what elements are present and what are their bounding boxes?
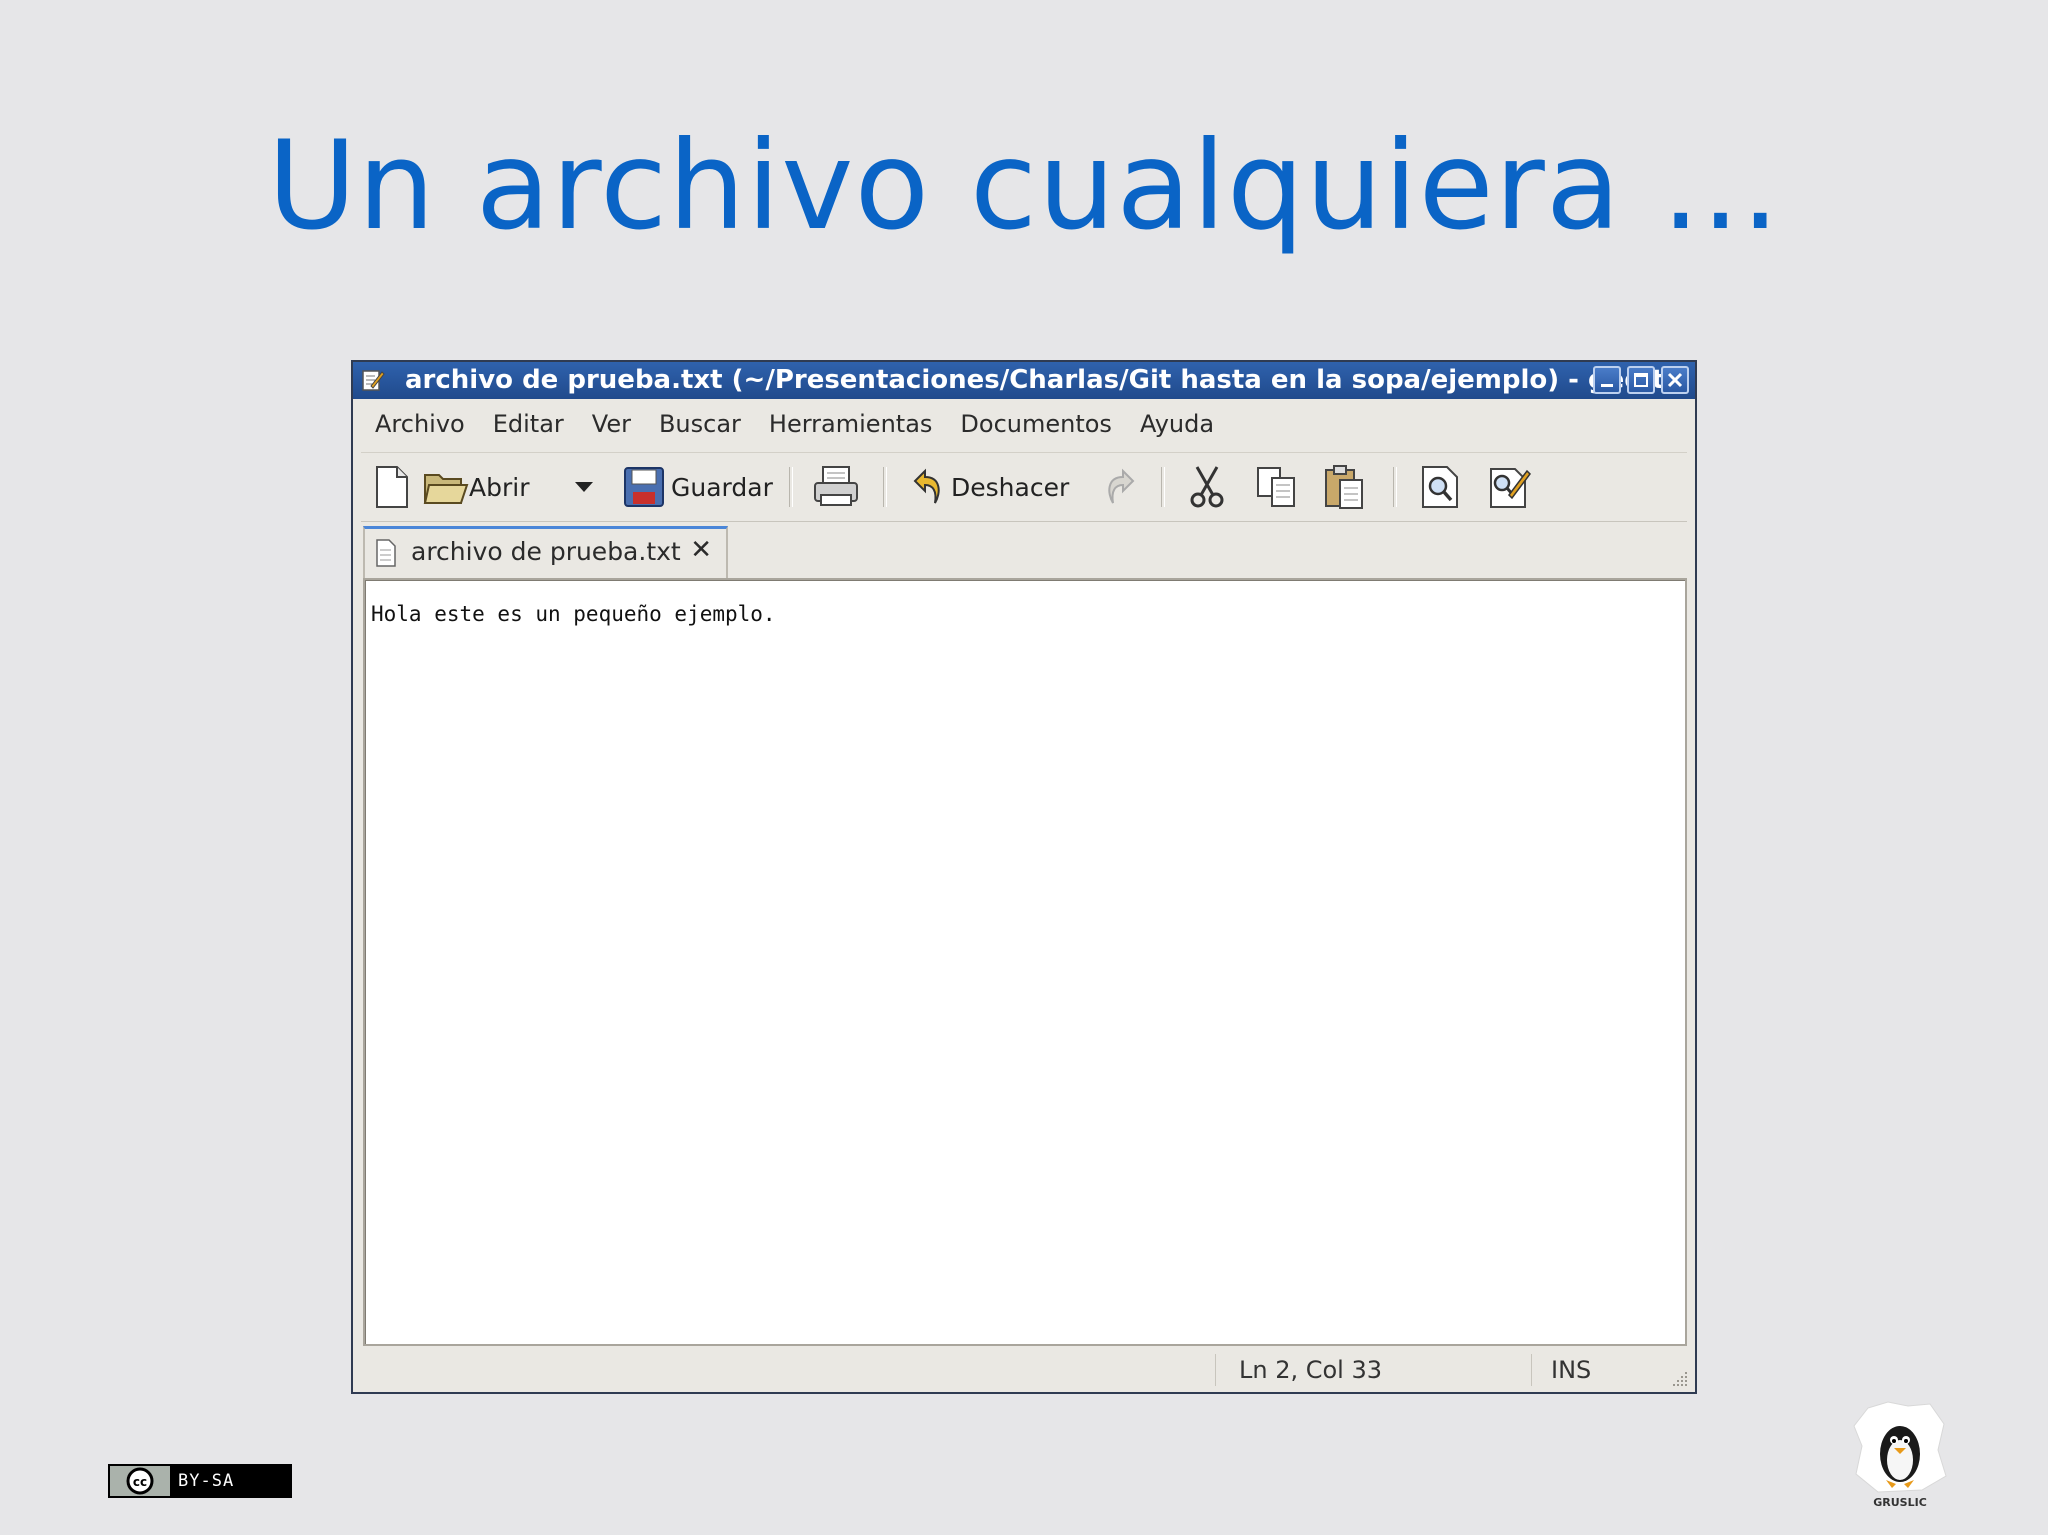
open-label: Abrir xyxy=(469,472,530,502)
redo-arrow-icon xyxy=(1108,468,1135,504)
menu-buscar[interactable]: Buscar xyxy=(659,410,741,438)
toolbar-separator xyxy=(1161,467,1165,507)
status-separator xyxy=(1531,1354,1532,1386)
floppy-disk-icon xyxy=(624,467,664,507)
toolbar-separator xyxy=(1393,467,1397,507)
maximize-icon xyxy=(1634,373,1648,387)
find-button[interactable] xyxy=(1419,457,1461,517)
find-replace-button[interactable] xyxy=(1487,457,1531,517)
menu-documentos[interactable]: Documentos xyxy=(960,410,1112,438)
undo-label: Deshacer xyxy=(951,472,1070,502)
save-button[interactable]: Guardar xyxy=(623,457,773,517)
tab-archivo-de-prueba[interactable]: archivo de prueba.txt ✕ xyxy=(363,526,728,580)
menu-herramientas[interactable]: Herramientas xyxy=(769,410,932,438)
license-label: BY-SA xyxy=(178,1471,235,1491)
toolbar-separator xyxy=(883,467,887,507)
toolbar: Abrir Guardar Deshacer xyxy=(361,452,1687,522)
redo-button[interactable] xyxy=(1103,457,1137,517)
text-editor-area[interactable]: Hola este es un pequeño ejemplo. xyxy=(363,578,1687,1346)
minimize-button[interactable] xyxy=(1593,366,1621,394)
status-bar: Ln 2, Col 33 INS xyxy=(353,1350,1695,1392)
menu-archivo[interactable]: Archivo xyxy=(375,410,465,438)
tab-close-icon[interactable]: ✕ xyxy=(690,535,712,565)
save-label: Guardar xyxy=(671,472,773,502)
window-title: archivo de prueba.txt (~/Presentaciones/… xyxy=(405,365,1665,395)
new-document-button[interactable] xyxy=(371,457,411,517)
copy-icon xyxy=(1257,467,1295,507)
open-button[interactable]: Abrir xyxy=(423,457,529,517)
document-tabs: archivo de prueba.txt ✕ xyxy=(361,522,1687,580)
toolbar-separator xyxy=(789,467,793,507)
cut-button[interactable] xyxy=(1187,457,1227,517)
text-document-icon xyxy=(376,539,396,567)
menu-ver[interactable]: Ver xyxy=(592,410,631,438)
print-button[interactable] xyxy=(813,457,859,517)
cursor-position: Ln 2, Col 33 xyxy=(1239,1356,1383,1384)
logo-caption: GRUSLIC xyxy=(1873,1496,1927,1509)
text-editor-icon xyxy=(362,370,385,391)
find-replace-icon xyxy=(1490,468,1531,508)
chevron-down-icon xyxy=(575,482,593,492)
close-button[interactable] xyxy=(1661,366,1689,394)
copy-button[interactable] xyxy=(1255,457,1299,517)
title-bar[interactable]: archivo de prueba.txt (~/Presentaciones/… xyxy=(353,362,1695,399)
printer-icon xyxy=(814,466,858,506)
menu-ayuda[interactable]: Ayuda xyxy=(1140,410,1214,438)
menu-bar: Archivo Editar Ver Buscar Herramientas D… xyxy=(353,399,1695,449)
status-separator xyxy=(1215,1354,1216,1386)
paste-button[interactable] xyxy=(1323,457,1367,517)
cc-license-badge: cc BY-SA xyxy=(108,1464,292,1498)
editor-content[interactable]: Hola este es un pequeño ejemplo. xyxy=(371,602,776,626)
folder-open-icon xyxy=(423,474,469,504)
penguin-logo-icon: GRUSLIC xyxy=(1853,1401,1947,1509)
undo-button[interactable]: Deshacer xyxy=(911,457,1069,517)
menu-editar[interactable]: Editar xyxy=(493,410,564,438)
find-icon xyxy=(1422,466,1458,508)
cc-logo-icon: cc xyxy=(110,1466,170,1496)
resize-grip-icon[interactable] xyxy=(1669,1368,1689,1388)
open-recent-dropdown[interactable] xyxy=(573,457,595,517)
insert-mode-indicator: INS xyxy=(1551,1356,1592,1384)
slide-title: Un archivo cualquiera ... xyxy=(267,115,1781,257)
new-document-icon xyxy=(376,466,408,508)
penguin-logo: GRUSLIC xyxy=(1848,1398,1952,1510)
clipboard-paste-icon xyxy=(1325,465,1363,509)
tab-label: archivo de prueba.txt xyxy=(411,537,681,566)
gedit-window: archivo de prueba.txt (~/Presentaciones/… xyxy=(351,360,1697,1394)
close-icon xyxy=(1667,372,1683,388)
minimize-icon xyxy=(1601,384,1613,387)
maximize-button[interactable] xyxy=(1627,366,1655,394)
scissors-icon xyxy=(1190,466,1224,508)
cc-logo-text: cc xyxy=(133,1475,147,1489)
undo-arrow-icon xyxy=(913,468,940,504)
